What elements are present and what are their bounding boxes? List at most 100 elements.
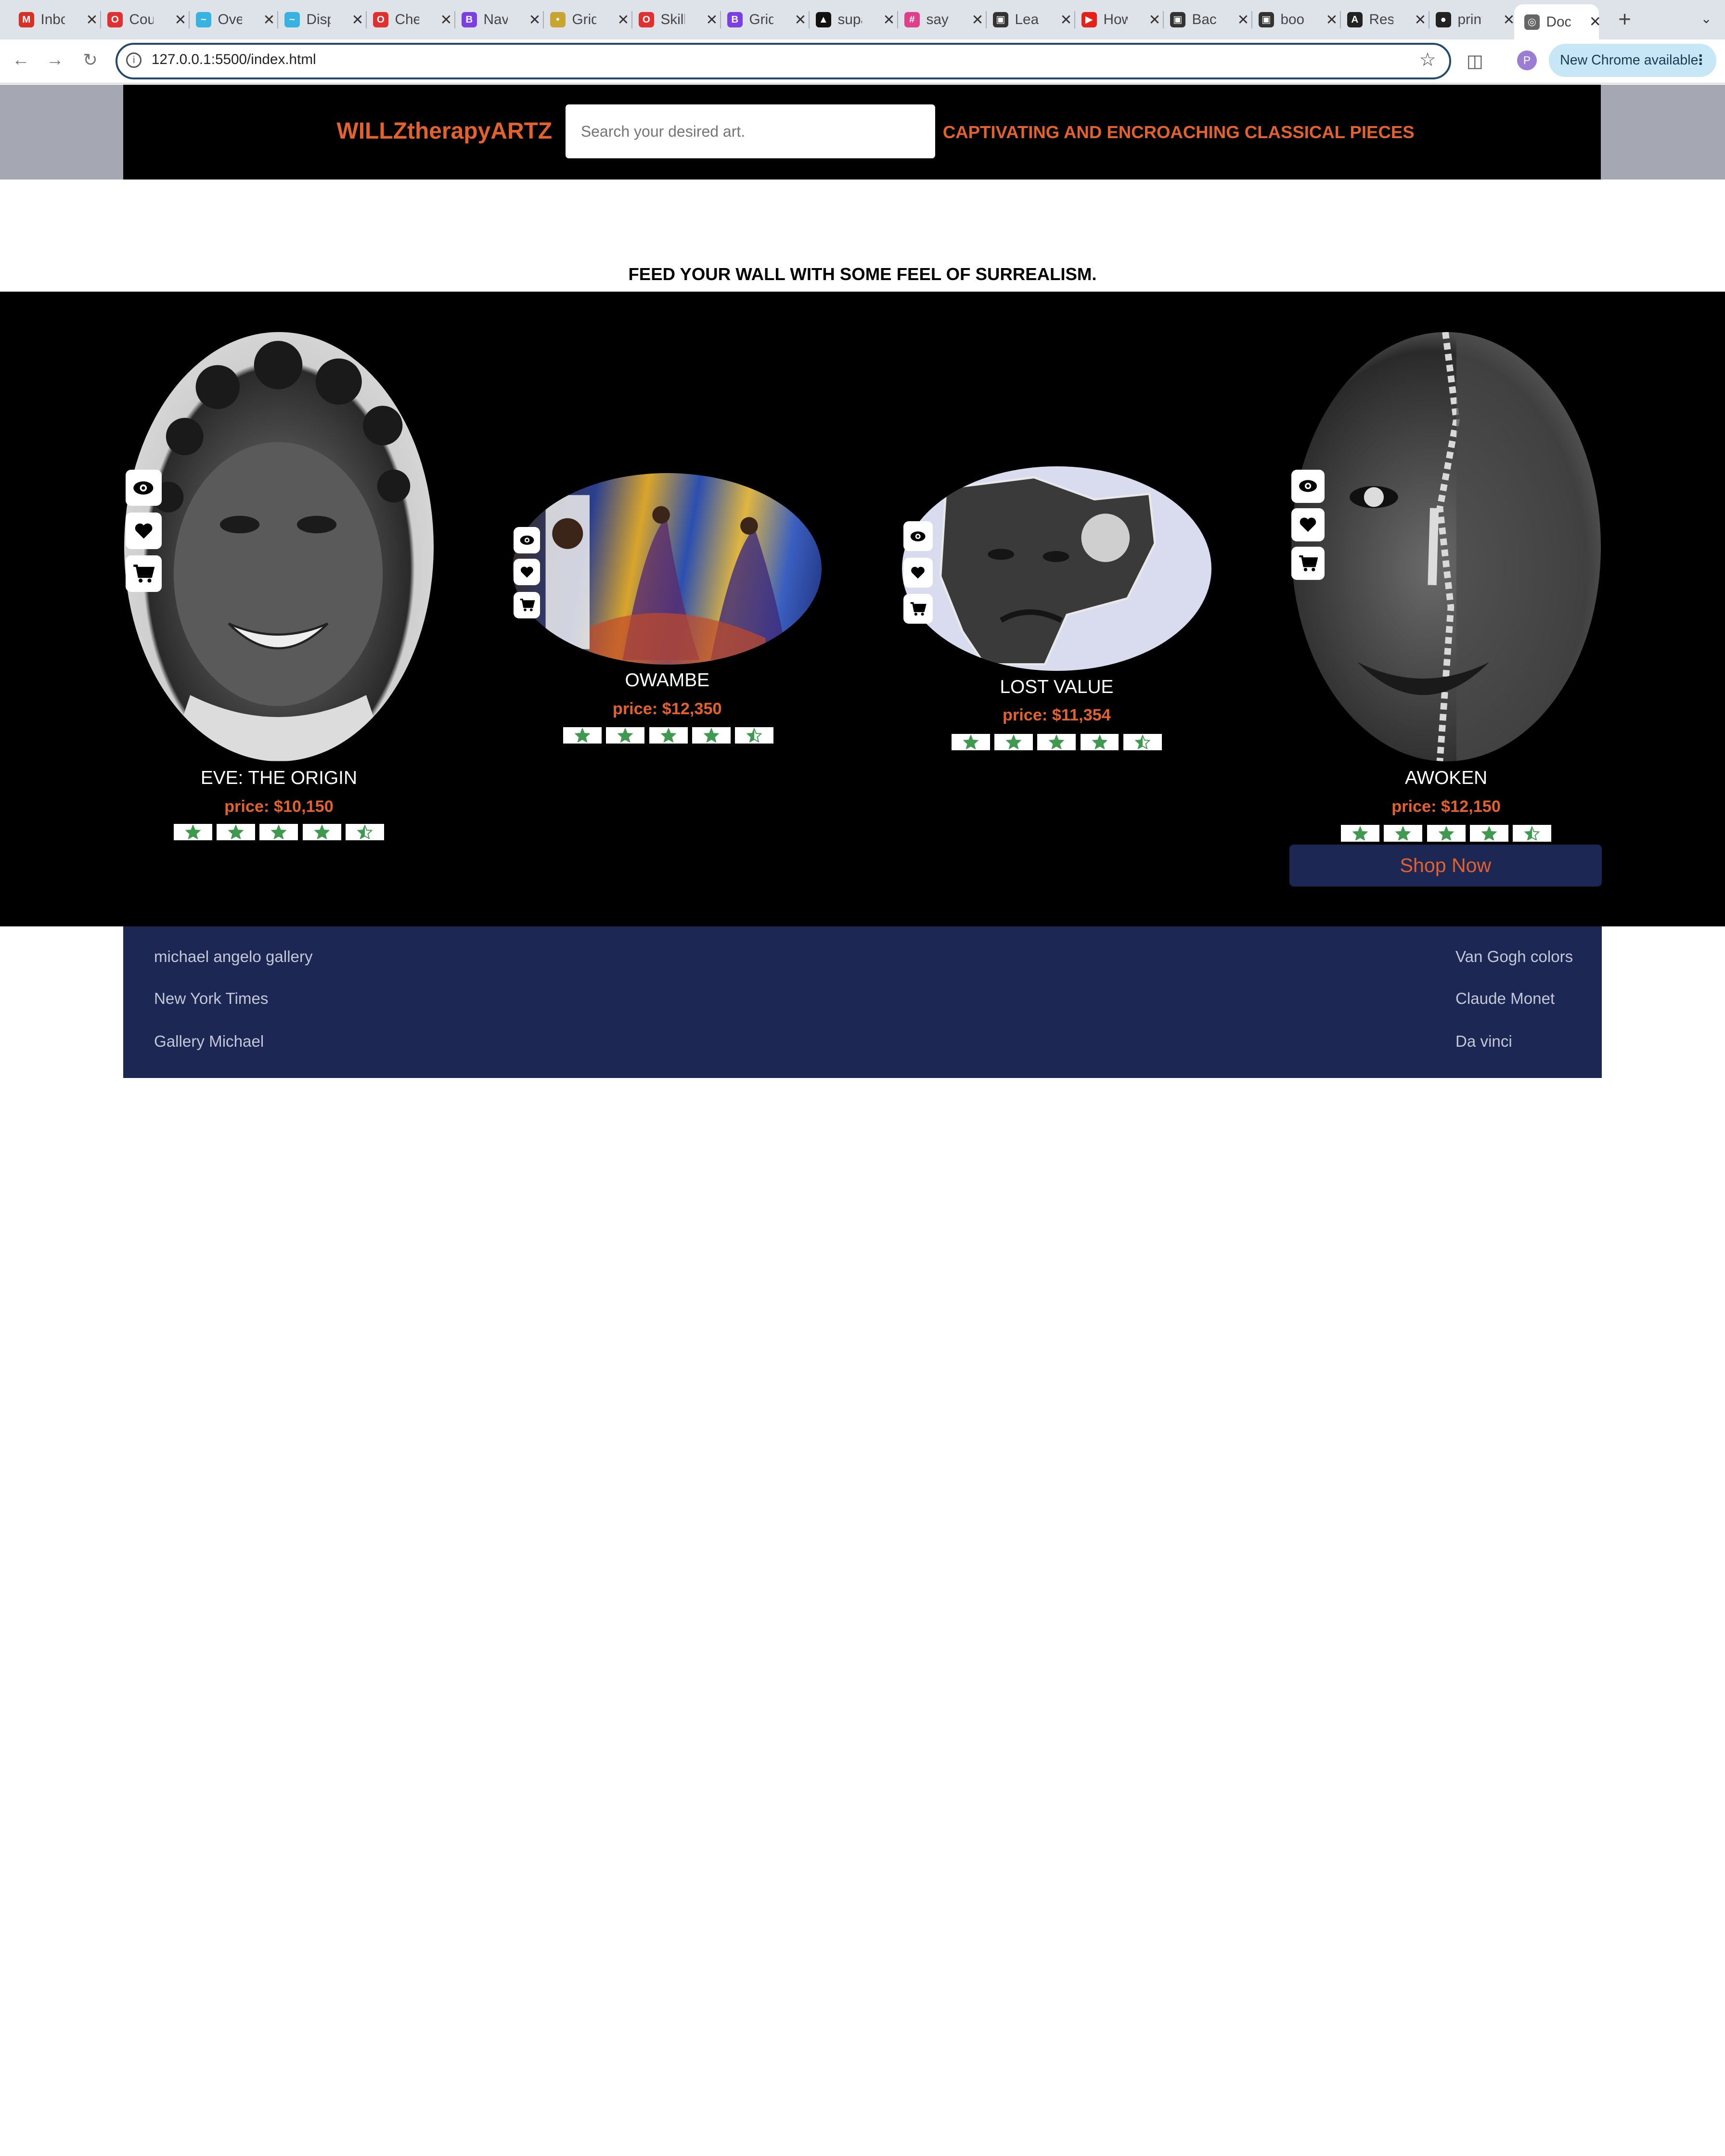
favorite-heart-icon[interactable]	[1291, 508, 1325, 541]
browser-tab[interactable]: ▣ Backend ✕	[1170, 7, 1249, 33]
add-to-cart-icon[interactable]	[514, 591, 541, 618]
star-icon	[692, 727, 731, 744]
browser-tab[interactable]: ▣ Learn ✕	[992, 7, 1072, 33]
new-tab-button[interactable]: +	[1618, 7, 1631, 32]
browser-tab[interactable]: O Course ✕	[107, 7, 187, 33]
tab-close-icon[interactable]: ✕	[618, 12, 630, 28]
bookmark-star-icon[interactable]: ☆	[1419, 49, 1436, 71]
browser-tab[interactable]: ~ Display ✕	[284, 7, 364, 33]
tab-separator	[720, 11, 721, 29]
browser-tab[interactable]: ~ Overview ✕	[195, 7, 275, 33]
header-side-panel-left	[0, 84, 123, 180]
product-title: LOST VALUE	[1000, 676, 1114, 697]
tab-separator	[808, 11, 810, 29]
artwork-owambe[interactable]	[513, 473, 822, 665]
star-icon	[217, 823, 256, 841]
tab-title: supabase	[837, 12, 862, 28]
tab-close-icon[interactable]: ✕	[529, 12, 541, 28]
half-star-icon	[734, 727, 773, 744]
favorite-heart-icon[interactable]	[125, 513, 162, 549]
tab-close-icon[interactable]: ✕	[883, 12, 895, 28]
header-side-panel-right	[1600, 84, 1725, 180]
tab-title: Skills	[660, 12, 685, 28]
product-price: price: $12,350	[612, 699, 722, 718]
tab-title: How	[1103, 12, 1128, 28]
footer-link[interactable]: Claude Monet	[1455, 990, 1555, 1008]
browser-tab[interactable]: ◎ Document ✕	[1514, 4, 1601, 40]
footer-link[interactable]: Gallery Michael	[154, 1033, 264, 1051]
brand-logo-text[interactable]: WILLZtherapyARTZ	[336, 118, 552, 144]
star-icon	[259, 823, 298, 841]
tab-close-icon[interactable]: ✕	[175, 12, 187, 28]
browser-tab[interactable]: • Grid ✕	[550, 7, 630, 33]
add-to-cart-icon[interactable]	[125, 555, 162, 592]
footer-link[interactable]: Da vinci	[1455, 1033, 1512, 1051]
tab-title: print	[1457, 12, 1482, 28]
tab-separator	[542, 11, 544, 29]
product-price: price: $10,150	[224, 797, 334, 816]
tab-title: Check	[395, 12, 419, 28]
browser-tab[interactable]: # say ✕	[904, 7, 984, 33]
tab-close-icon[interactable]: ✕	[1326, 12, 1338, 28]
tab-title: Inbox	[40, 12, 65, 28]
tab-close-icon[interactable]: ✕	[795, 12, 807, 28]
site-info-icon[interactable]: i	[126, 52, 142, 68]
tab-close-icon[interactable]: ✕	[972, 12, 984, 28]
tab-close-icon[interactable]: ✕	[263, 12, 275, 28]
favorite-heart-icon[interactable]	[903, 557, 933, 588]
view-eye-icon[interactable]	[903, 521, 933, 552]
tab-favicon-icon: ●	[1435, 12, 1451, 28]
view-eye-icon[interactable]	[125, 469, 162, 506]
address-url[interactable]: 127.0.0.1:5500/index.html	[152, 51, 316, 68]
tab-close-icon[interactable]: ✕	[1589, 13, 1601, 30]
extensions-puzzle-icon[interactable]: ◫	[1467, 51, 1483, 71]
footer-link[interactable]: Van Gogh colors	[1455, 948, 1573, 966]
tab-close-icon[interactable]: ✕	[1503, 12, 1515, 28]
site-header: WILLZtherapyARTZ CAPTIVATING AND ENCROAC…	[123, 84, 1601, 180]
tab-close-icon[interactable]: ✕	[440, 12, 452, 28]
add-to-cart-icon[interactable]	[1291, 546, 1325, 580]
footer-link[interactable]: michael angelo gallery	[154, 948, 313, 966]
tab-separator	[631, 11, 633, 29]
favorite-heart-icon[interactable]	[514, 559, 541, 585]
tab-close-icon[interactable]: ✕	[1148, 12, 1160, 28]
add-to-cart-icon[interactable]	[903, 594, 933, 624]
tab-title: say	[926, 12, 949, 28]
browser-tab[interactable]: B Navbar ✕	[461, 7, 541, 33]
artwork-awoken[interactable]	[1291, 332, 1601, 761]
forward-arrow-icon[interactable]: →	[44, 50, 66, 70]
view-eye-icon[interactable]	[1291, 469, 1325, 503]
tab-close-icon[interactable]: ✕	[86, 12, 98, 28]
tab-close-icon[interactable]: ✕	[352, 12, 364, 28]
browser-tab[interactable]: B Grid ✕	[727, 7, 807, 33]
browser-tab[interactable]: ▣ book ✕	[1258, 7, 1338, 33]
footer-link[interactable]: New York Times	[154, 990, 269, 1008]
art-search-input[interactable]	[565, 104, 935, 159]
star-icon	[1469, 825, 1508, 842]
shop-now-button[interactable]: Shop Now	[1289, 845, 1602, 887]
tab-favicon-icon: ▣	[1170, 12, 1185, 28]
chrome-update-button[interactable]: New Chrome available ⋮	[1549, 44, 1716, 77]
profile-avatar[interactable]: P	[1517, 51, 1537, 71]
back-arrow-icon[interactable]: ←	[10, 50, 32, 70]
reload-icon[interactable]: ↻	[79, 50, 102, 70]
browser-tab[interactable]: O Skills ✕	[638, 7, 718, 33]
tab-close-icon[interactable]: ✕	[1237, 12, 1249, 28]
tab-favicon-icon: #	[904, 12, 920, 28]
tab-title: Backend	[1192, 12, 1216, 28]
browser-tab[interactable]: ▶ How ✕	[1081, 7, 1160, 33]
tab-close-icon[interactable]: ✕	[706, 12, 718, 28]
browser-tab[interactable]: O Check ✕	[373, 7, 452, 33]
browser-tab[interactable]: ● print ✕	[1435, 7, 1515, 33]
view-eye-icon[interactable]	[514, 526, 541, 553]
browser-tab[interactable]: ▲ supabase ✕	[815, 7, 895, 33]
tab-search-chevron-icon[interactable]: ⌄	[1695, 7, 1717, 31]
tab-close-icon[interactable]: ✕	[1414, 12, 1426, 28]
kebab-menu-icon[interactable]: ⋮	[1694, 44, 1708, 77]
address-bar[interactable]: i 127.0.0.1:5500/index.html ☆	[115, 43, 1451, 79]
browser-tab[interactable]: A Resume ✕	[1347, 7, 1426, 33]
artwork-eve-the-origin[interactable]	[124, 332, 434, 761]
tab-close-icon[interactable]: ✕	[1060, 12, 1072, 28]
artwork-lost-value[interactable]	[902, 466, 1211, 671]
browser-tab[interactable]: M Inbox ✕	[18, 7, 98, 33]
